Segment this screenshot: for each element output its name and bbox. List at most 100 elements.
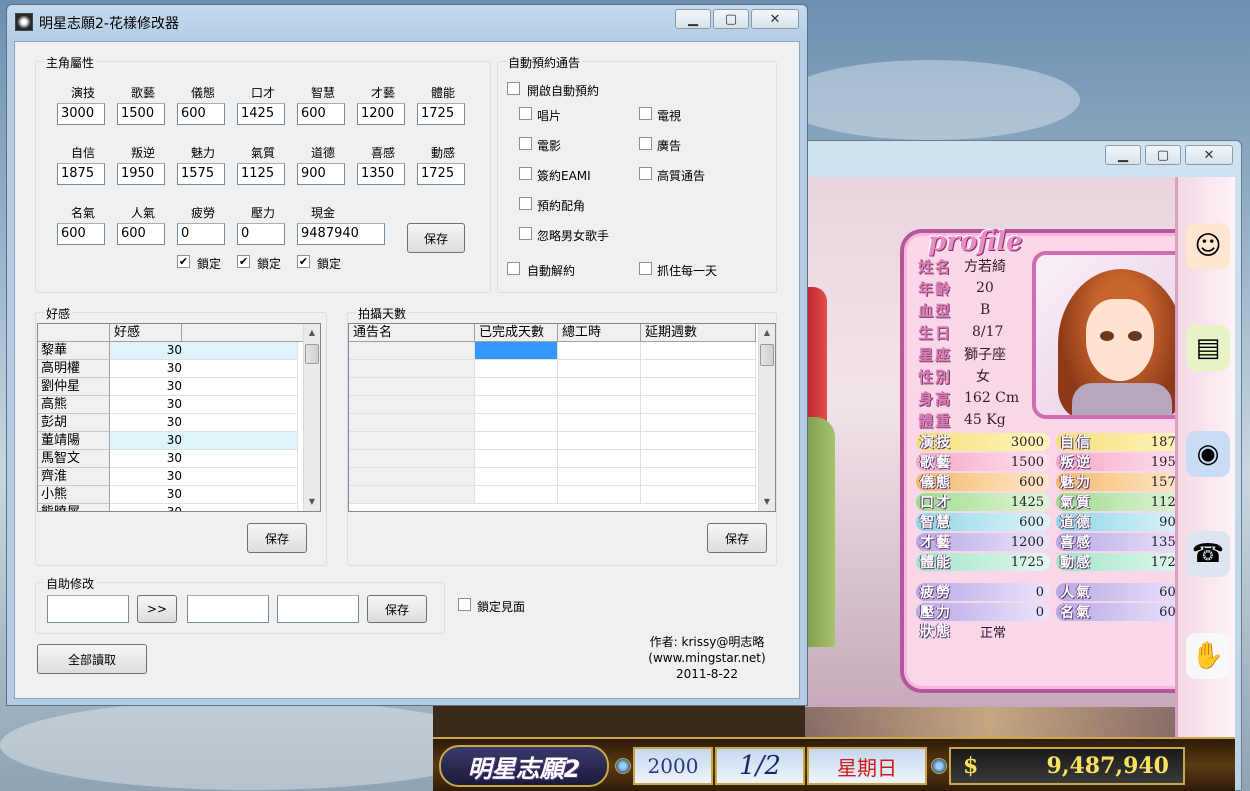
notice-name-cell[interactable] [349,468,475,486]
dynamism-input[interactable]: 1725 [417,163,465,185]
affection-cell[interactable]: 30 [110,414,298,432]
affection-scrollbar[interactable]: ▲ ▼ [303,324,320,511]
shooting-cell[interactable] [558,378,641,396]
notice-name-cell[interactable] [349,414,475,432]
supporting-role-checkbox[interactable] [519,197,532,210]
affection-cell[interactable]: 30 [110,396,298,414]
notice-name-cell[interactable] [349,396,475,414]
shooting-cell[interactable] [641,450,756,468]
table-row[interactable]: 彭胡 [38,414,110,432]
maximize-button[interactable]: ▢ [713,9,749,29]
rebellion-input[interactable]: 1950 [117,163,165,185]
affection-cell[interactable]: 30 [110,486,298,504]
read-all-button[interactable]: 全部讀取 [37,644,147,674]
address-input[interactable] [47,595,129,623]
catch-every-day-checkbox[interactable] [639,262,652,275]
shooting-cell[interactable] [641,396,756,414]
confidence-input[interactable]: 1875 [57,163,105,185]
affection-column-header[interactable]: 好感 [110,324,182,342]
column-header-notice[interactable]: 通告名 [349,324,475,342]
fatigue-input[interactable]: 0 [177,223,225,245]
shooting-scrollbar[interactable]: ▲ ▼ [758,324,775,511]
table-row[interactable]: 董靖陽 [38,432,110,450]
charm-input[interactable]: 1575 [177,163,225,185]
phone-icon[interactable]: ☎ [1186,531,1230,577]
scroll-down-arrow-icon[interactable]: ▼ [304,493,320,510]
table-row[interactable]: 熊曉犀 [38,504,110,511]
wisdom-input[interactable]: 600 [297,103,345,125]
minimize-button[interactable]: ▁ [675,9,711,29]
scroll-down-arrow-icon[interactable]: ▼ [759,493,775,510]
minimize-button[interactable]: ▁ [1105,145,1141,165]
read-address-button[interactable]: >> [137,595,177,623]
table-row[interactable]: 劉仲星 [38,378,110,396]
shooting-cell[interactable] [475,450,558,468]
save-manual-button[interactable]: 保存 [367,595,427,623]
cash-input[interactable]: 9487940 [297,223,385,245]
temperament-input[interactable]: 1125 [237,163,285,185]
shooting-cell[interactable] [558,486,641,504]
quality-notice-checkbox[interactable] [639,167,652,180]
affection-cell[interactable]: 30 [110,342,298,360]
table-row[interactable]: 齊淮 [38,468,110,486]
shooting-cell[interactable] [641,486,756,504]
shooting-table[interactable]: 通告名 已完成天數 總工時 延期週數 ▲ ▼ [348,323,776,512]
shooting-cell[interactable] [641,378,756,396]
shooting-cell[interactable] [475,360,558,378]
affection-table[interactable]: 好感 黎華 30 高明權 30 劉仲星 30 高熊 30 彭胡 30 董靖陽 3… [37,323,321,512]
shooting-cell[interactable] [558,468,641,486]
character-face-icon[interactable]: ☺ [1186,223,1230,269]
humor-input[interactable]: 1350 [357,163,405,185]
shooting-cell[interactable] [475,378,558,396]
fame-input[interactable]: 600 [57,223,105,245]
shooting-cell[interactable] [475,414,558,432]
affection-cell[interactable]: 30 [110,450,298,468]
save-shooting-button[interactable]: 保存 [707,523,767,553]
affection-cell[interactable]: 30 [110,432,298,450]
shooting-cell[interactable] [475,432,558,450]
affection-cell[interactable]: 30 [110,360,298,378]
movie-checkbox[interactable] [519,137,532,150]
shooting-cell[interactable] [641,360,756,378]
lock-stress-checkbox[interactable]: ✔ [237,255,250,268]
backpack-icon[interactable]: ◉ [1186,431,1230,477]
close-button[interactable]: ✕ [1185,145,1233,165]
shooting-cell[interactable] [558,450,641,468]
column-header-total-hours[interactable]: 總工時 [558,324,641,342]
stress-input[interactable]: 0 [237,223,285,245]
table-row[interactable]: 黎華 [38,342,110,360]
table-row[interactable]: 馬智文 [38,450,110,468]
shooting-cell[interactable] [475,342,558,360]
tv-checkbox[interactable] [639,107,652,120]
table-row[interactable]: 高明權 [38,360,110,378]
notice-name-cell[interactable] [349,432,475,450]
shooting-cell[interactable] [641,414,756,432]
shooting-cell[interactable] [558,432,641,450]
morality-input[interactable]: 900 [297,163,345,185]
shooting-cell[interactable] [558,360,641,378]
shooting-cell[interactable] [475,468,558,486]
lock-meeting-checkbox[interactable] [458,598,471,611]
maximize-button[interactable]: ▢ [1145,145,1181,165]
save-attributes-button[interactable]: 保存 [407,223,465,253]
scroll-thumb[interactable] [305,344,319,364]
ignore-singers-checkbox[interactable] [519,227,532,240]
affection-cell[interactable]: 30 [110,468,298,486]
shooting-cell[interactable] [558,342,641,360]
scroll-up-arrow-icon[interactable]: ▲ [304,324,320,341]
shooting-cell[interactable] [641,468,756,486]
shooting-cell[interactable] [641,432,756,450]
save-affection-button[interactable]: 保存 [247,523,307,553]
notice-name-cell[interactable] [349,486,475,504]
affection-cell[interactable]: 30 [110,378,298,396]
table-row[interactable]: 高熊 [38,396,110,414]
singing-input[interactable]: 1500 [117,103,165,125]
manner-input[interactable]: 600 [177,103,225,125]
shooting-cell[interactable] [475,396,558,414]
new-value-input[interactable] [277,595,359,623]
advert-checkbox[interactable] [639,137,652,150]
glove-hand-icon[interactable]: ✋ [1186,633,1230,679]
notice-name-cell[interactable] [349,450,475,468]
shooting-cell[interactable] [475,486,558,504]
table-row[interactable]: 小熊 [38,486,110,504]
